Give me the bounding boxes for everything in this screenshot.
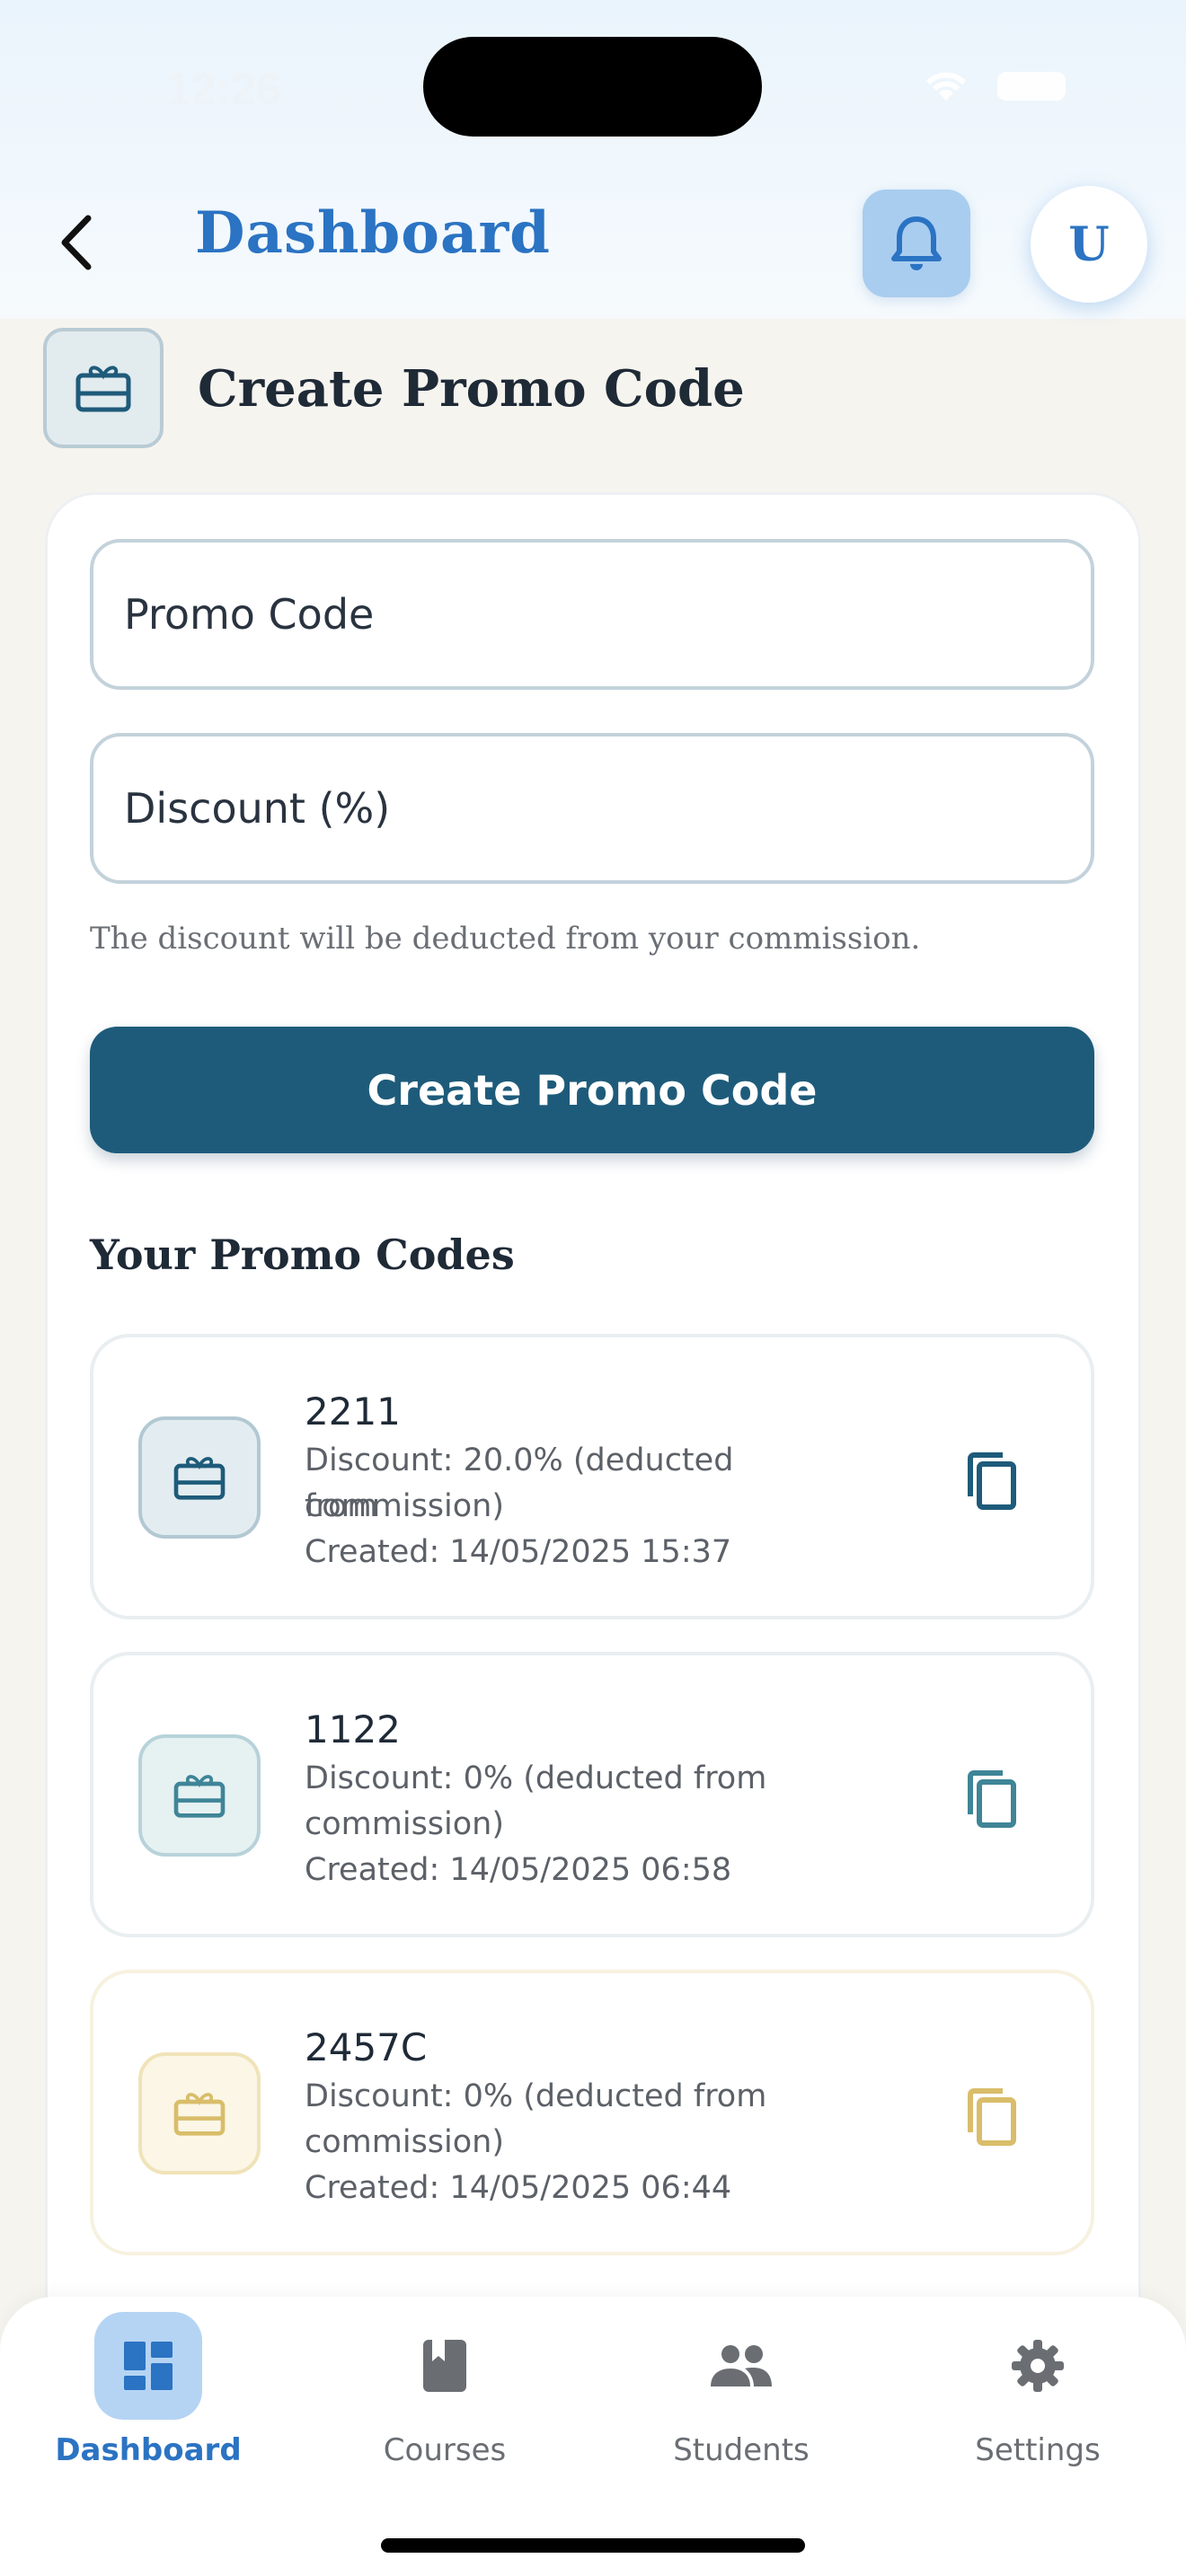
promo-discount: Discount: 0% (deducted from	[305, 2078, 767, 2114]
nav-label: Settings	[975, 2432, 1101, 2468]
gift-card-icon	[173, 1457, 226, 1500]
gift-card-icon-box	[138, 2052, 261, 2175]
status-time: 12:26	[166, 64, 281, 114]
screen: 12:26 Dashboard U Create Promo Code Prom…	[0, 0, 1186, 2576]
nav-icon-container	[687, 2312, 795, 2420]
promo-discount: Discount: 0% (deducted from	[305, 1760, 767, 1796]
nav-item-courses[interactable]: Courses	[332, 2312, 557, 2474]
copy-icon	[968, 1770, 1016, 1828]
promo-code-placeholder: Promo Code	[124, 590, 375, 639]
gift-card-icon	[75, 366, 131, 412]
nav-label: Dashboard	[55, 2432, 242, 2468]
gift-card-icon	[173, 2093, 226, 2136]
back-button[interactable]	[45, 207, 108, 278]
gift-card-icon-box	[138, 1734, 261, 1857]
promo-created: Created: 14/05/2025 15:37	[305, 1534, 732, 1570]
promo-discount-cont: commission)	[305, 1806, 505, 1842]
copy-button[interactable]	[951, 1441, 1032, 1522]
page-title: Dashboard	[195, 199, 551, 267]
discount-placeholder: Discount (%)	[124, 784, 391, 833]
promo-code-input[interactable]: Promo Code	[90, 539, 1094, 690]
dynamic-island	[423, 37, 762, 137]
gear-icon	[1012, 2340, 1064, 2392]
copy-button[interactable]	[951, 2077, 1032, 2157]
app-header: 12:26 Dashboard U	[0, 0, 1186, 319]
promo-created: Created: 14/05/2025 06:58	[305, 1852, 732, 1888]
promo-created: Created: 14/05/2025 06:44	[305, 2170, 732, 2206]
promo-code: 2211	[305, 1389, 401, 1434]
nav-label: Students	[673, 2432, 810, 2468]
promo-discount-cont: commission)	[305, 1488, 505, 1524]
section-title: Create Promo Code	[198, 359, 745, 419]
promo-list-title: Your Promo Codes	[90, 1231, 515, 1279]
discount-input[interactable]: Discount (%)	[90, 733, 1094, 884]
people-icon	[711, 2345, 772, 2386]
copy-icon	[968, 1452, 1016, 1510]
nav-item-dashboard[interactable]: Dashboard	[36, 2312, 261, 2474]
promo-discount-cont: commission)	[305, 2124, 505, 2160]
nav-icon-container	[391, 2312, 499, 2420]
create-promo-button[interactable]: Create Promo Code	[90, 1027, 1094, 1153]
promo-card: 2457C Discount: 0% (deducted from commis…	[90, 1970, 1094, 2255]
nav-item-settings[interactable]: Settings	[925, 2312, 1150, 2474]
chevron-left-icon	[61, 215, 92, 270]
nav-icon-container	[984, 2312, 1092, 2420]
promo-code: 1122	[305, 1707, 401, 1751]
dashboard-icon	[124, 2342, 173, 2390]
wifi-icon	[925, 72, 967, 101]
notifications-button[interactable]	[863, 190, 970, 297]
home-indicator	[381, 2538, 805, 2553]
nav-icon-container	[94, 2312, 202, 2420]
bell-icon	[891, 216, 942, 270]
helper-text: The discount will be deducted from your …	[90, 921, 921, 957]
battery-icon	[997, 72, 1066, 101]
nav-item-students[interactable]: Students	[629, 2312, 854, 2474]
book-icon	[423, 2340, 466, 2392]
gift-card-icon-box	[43, 328, 164, 448]
copy-button[interactable]	[951, 1759, 1032, 1839]
promo-card: 2211 Discount: 20.0% (deducted from comm…	[90, 1334, 1094, 1619]
nav-label: Courses	[383, 2432, 507, 2468]
copy-icon	[968, 2088, 1016, 2146]
promo-card: 1122 Discount: 0% (deducted from commiss…	[90, 1652, 1094, 1937]
promo-code: 2457C	[305, 2025, 428, 2069]
gift-card-icon	[173, 1775, 226, 1818]
avatar[interactable]: U	[1031, 186, 1147, 303]
gift-card-icon-box	[138, 1416, 261, 1539]
